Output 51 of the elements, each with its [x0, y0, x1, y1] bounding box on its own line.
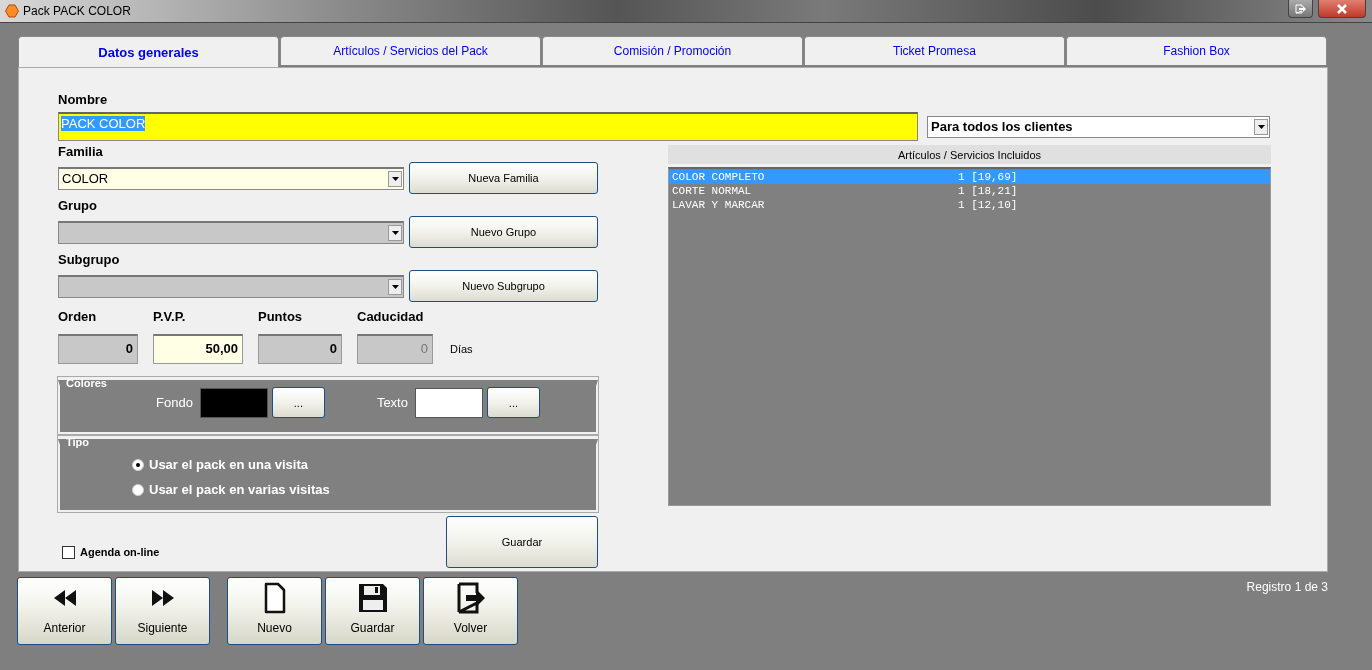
record-counter: Registro 1 de 3: [1246, 580, 1328, 594]
field-label: Orden: [58, 309, 98, 326]
color-label: Fondo: [156, 395, 193, 410]
close-icon: [1336, 3, 1348, 14]
exit-icon: [1294, 3, 1307, 14]
client-scope-dropdown[interactable]: Para todos los clientes: [927, 115, 1270, 138]
toolbar-button[interactable]: Anterior: [17, 577, 112, 645]
tab[interactable]: Comisión / Promoción: [542, 36, 803, 65]
color-label: Texto: [376, 395, 408, 410]
toolbar-button[interactable]: Guardar: [325, 577, 420, 645]
pick-color-button[interactable]: ...: [271, 387, 325, 418]
pick-color-button[interactable]: ...: [486, 387, 540, 418]
app-icon: [5, 4, 19, 18]
option-label: Usar el pack en una visita: [149, 457, 308, 472]
tab[interactable]: Fashion Box: [1066, 36, 1327, 65]
close-button[interactable]: [1318, 0, 1366, 18]
dropdown[interactable]: COLOR: [58, 166, 404, 190]
group-title: Colores: [65, 377, 108, 389]
list-item[interactable]: CORTE NORMAL 1 [18,21]: [669, 184, 1270, 198]
group-title: Tipo: [65, 436, 90, 448]
fast-forward-icon: [149, 588, 176, 608]
radio-button[interactable]: [132, 483, 144, 496]
radio-button[interactable]: [132, 458, 144, 471]
save-button[interactable]: Guardar: [446, 516, 598, 568]
field-label: P.V.P.: [153, 309, 187, 326]
list-header: Artículos / Servicios Incluidos: [668, 145, 1271, 164]
field-label: Grupo: [58, 198, 98, 215]
unit-label: Días: [450, 343, 473, 355]
field-label: Familia: [58, 144, 104, 161]
option-label: Usar el pack en varias visitas: [149, 482, 330, 497]
new-category-button[interactable]: Nueva Familia: [409, 162, 598, 194]
list-item[interactable]: LAVAR Y MARCAR 1 [12,10]: [669, 198, 1270, 212]
number-field[interactable]: 50,00: [153, 334, 243, 364]
checkbox-label: Agenda on-line: [80, 546, 160, 558]
color-swatch[interactable]: [414, 387, 483, 418]
tab[interactable]: Datos generales: [18, 36, 279, 67]
field-label: Puntos: [258, 309, 304, 326]
exit-icon: [455, 582, 486, 614]
tab[interactable]: Artículos / Servicios del Pack: [280, 36, 541, 65]
toolbar-button[interactable]: Siguiente: [115, 577, 210, 645]
exit-window-button[interactable]: [1288, 0, 1313, 18]
tab[interactable]: Ticket Promesa: [804, 36, 1065, 65]
field-label: Nombre: [58, 92, 109, 109]
toolbar-button[interactable]: Volver: [423, 577, 518, 645]
checkbox[interactable]: [62, 545, 75, 559]
document-icon: [262, 582, 287, 614]
field-label: Caducidad: [357, 309, 425, 326]
window-title: Pack PACK COLOR: [23, 4, 131, 18]
field-label: Subgrupo: [58, 252, 121, 269]
toolbar-button[interactable]: Nuevo: [227, 577, 322, 645]
color-swatch[interactable]: [199, 387, 268, 418]
